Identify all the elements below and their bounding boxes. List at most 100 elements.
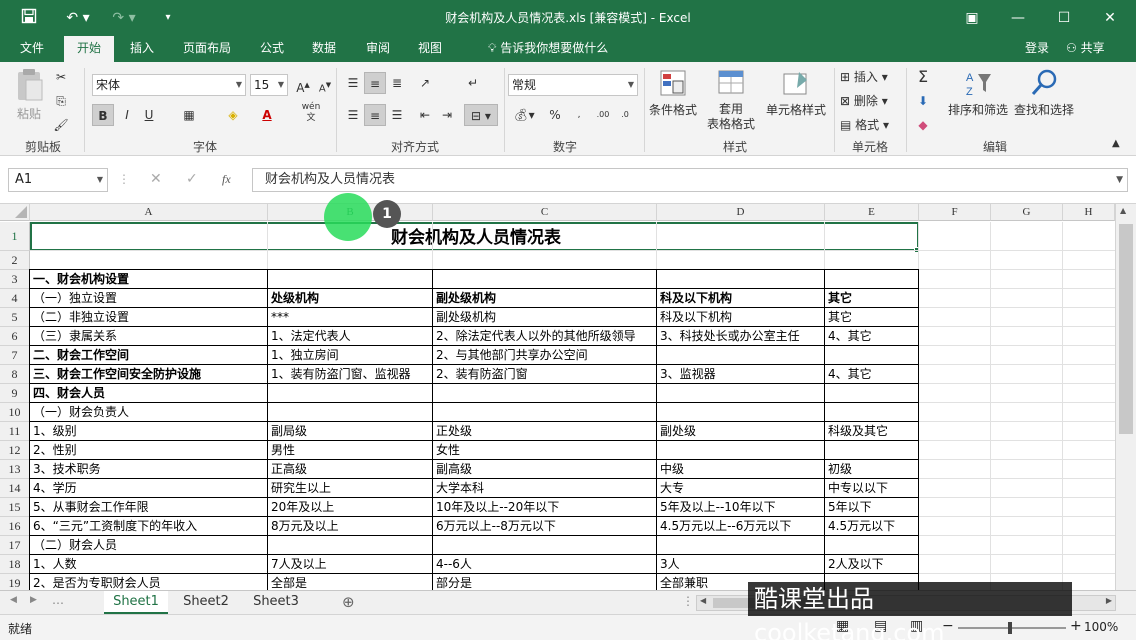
tab-data[interactable]: 数据	[302, 36, 346, 62]
table-cell[interactable]: 5、从事财会工作年限	[30, 498, 268, 517]
table-cell[interactable]: 副处级机构	[433, 289, 657, 308]
row-header[interactable]: 18	[0, 555, 30, 574]
fill-icon[interactable]: ⬇	[912, 90, 934, 112]
bold-button[interactable]: B	[92, 104, 114, 126]
align-right-icon[interactable]: ☰	[386, 104, 408, 126]
row-header[interactable]: 7	[0, 346, 30, 365]
table-cell[interactable]: 1、人数	[30, 555, 268, 574]
table-cell[interactable]: 2、与其他部门共享办公空间	[433, 346, 657, 365]
table-cell[interactable]: 5年以下	[825, 498, 919, 517]
underline-button[interactable]: U	[138, 104, 160, 126]
row-header[interactable]: 9	[0, 384, 30, 403]
paste-button[interactable]: 粘贴	[12, 68, 46, 128]
table-cell[interactable]: 1、装有防盗门窗、监视器	[268, 365, 433, 384]
phonetic-guide-icon[interactable]: wén 文	[298, 102, 324, 124]
borders-icon[interactable]: ▦	[178, 104, 200, 126]
table-cell[interactable]: 1、独立房间	[268, 346, 433, 365]
percent-style-button[interactable]: %	[544, 104, 566, 126]
increase-indent-icon[interactable]: ⇥	[436, 104, 458, 126]
table-cell[interactable]: 6万元以上--8万元以下	[433, 517, 657, 536]
delete-cells-button[interactable]: ⊠ 删除 ▾	[840, 92, 888, 109]
clear-icon[interactable]: ◆	[912, 114, 934, 136]
minimize-icon[interactable]: —	[1006, 6, 1030, 30]
table-cell[interactable]: 3人	[657, 555, 825, 574]
row-header[interactable]: 12	[0, 441, 30, 460]
table-cell[interactable]: 正高级	[268, 460, 433, 479]
format-as-table-button[interactable]: 套用 表格格式	[700, 68, 762, 132]
table-cell[interactable]: 4、其它	[825, 365, 919, 384]
column-header-f[interactable]: F	[919, 204, 991, 221]
table-cell[interactable]	[825, 403, 919, 422]
column-header-a[interactable]: A	[30, 204, 268, 221]
italic-button[interactable]: I	[116, 104, 138, 126]
more-sheets-icon[interactable]: …	[52, 593, 64, 607]
table-cell[interactable]: 3、科技处长或办公室主任	[657, 327, 825, 346]
row-header[interactable]: 8	[0, 365, 30, 384]
insert-function-icon[interactable]: fx	[222, 172, 231, 187]
table-cell[interactable]: 科及以下机构	[657, 289, 825, 308]
column-header-g[interactable]: G	[991, 204, 1063, 221]
cancel-entry-icon[interactable]: ✕	[150, 171, 162, 187]
row-header[interactable]: 6	[0, 327, 30, 346]
table-cell[interactable]: 男性	[268, 441, 433, 460]
table-cell[interactable]: 初级	[825, 460, 919, 479]
table-cell[interactable]	[268, 384, 433, 403]
table-cell[interactable]: 处级机构	[268, 289, 433, 308]
zoom-in-icon[interactable]: +	[1070, 618, 1082, 634]
scrollbar-thumb[interactable]	[1119, 224, 1133, 434]
align-bottom-icon[interactable]: ≣	[386, 72, 408, 94]
row-header[interactable]: 3	[0, 270, 30, 289]
table-cell[interactable]: 2、除法定代表人以外的其他所级领导	[433, 327, 657, 346]
table-cell[interactable]	[433, 403, 657, 422]
table-cell[interactable]	[268, 270, 433, 289]
next-sheet-icon[interactable]: ▶	[30, 595, 37, 605]
row-header[interactable]: 1	[0, 222, 30, 251]
table-cell[interactable]: 2人及以下	[825, 555, 919, 574]
table-cell[interactable]: （二）财会人员	[30, 536, 268, 555]
table-cell[interactable]: 一、财会机构设置	[30, 270, 268, 289]
table-cell[interactable]: 1、法定代表人	[268, 327, 433, 346]
table-cell[interactable]	[657, 441, 825, 460]
decrease-indent-icon[interactable]: ⇤	[414, 104, 436, 126]
number-format-combo[interactable]: 常规 ▼	[508, 74, 638, 96]
tab-file[interactable]: 文件	[10, 36, 54, 62]
login-link[interactable]: 登录	[1025, 36, 1049, 60]
row-header[interactable]: 13	[0, 460, 30, 479]
table-cell[interactable]: 中级	[657, 460, 825, 479]
table-cell[interactable]: 三、财会工作空间安全防护设施	[30, 365, 268, 384]
row-header[interactable]: 19	[0, 574, 30, 590]
table-cell[interactable]	[825, 536, 919, 555]
tab-view[interactable]: 视图	[408, 36, 452, 62]
insert-cells-button[interactable]: ⊞ 插入 ▾	[840, 68, 888, 85]
table-cell[interactable]: 3、技术职务	[30, 460, 268, 479]
cut-icon[interactable]: ✂	[50, 66, 72, 88]
name-box[interactable]: A1 ▼	[8, 168, 108, 192]
collapse-ribbon-icon[interactable]: ▲	[1112, 138, 1120, 149]
table-cell[interactable]: 2、性别	[30, 441, 268, 460]
select-all-corner[interactable]	[0, 204, 30, 221]
table-cell[interactable]	[657, 346, 825, 365]
table-cell[interactable]: 女性	[433, 441, 657, 460]
scroll-left-icon[interactable]: ◀	[700, 596, 706, 605]
increase-decimal-icon[interactable]: .00	[592, 104, 614, 126]
table-cell[interactable]: 4、其它	[825, 327, 919, 346]
wrap-text-icon[interactable]: ↵	[462, 72, 484, 94]
font-size-combo[interactable]: 15 ▼	[250, 74, 288, 96]
table-cell[interactable]: 副高级	[433, 460, 657, 479]
table-cell[interactable]: 7人及以上	[268, 555, 433, 574]
table-cell[interactable]	[433, 536, 657, 555]
share-button[interactable]: ⚇ 共享	[1066, 36, 1105, 60]
table-cell[interactable]: 副处级	[657, 422, 825, 441]
table-cell[interactable]	[825, 441, 919, 460]
tab-insert[interactable]: 插入	[120, 36, 164, 62]
table-cell[interactable]: （一）独立设置	[30, 289, 268, 308]
column-header-e[interactable]: E	[825, 204, 919, 221]
table-cell[interactable]	[657, 270, 825, 289]
table-cell[interactable]: ***	[268, 308, 433, 327]
table-cell[interactable]: 研究生以上	[268, 479, 433, 498]
align-center-icon[interactable]: ≡	[364, 104, 386, 126]
table-cell[interactable]: 20年及以上	[268, 498, 433, 517]
table-cell[interactable]	[657, 403, 825, 422]
table-cell[interactable]: 3、监视器	[657, 365, 825, 384]
tab-review[interactable]: 审阅	[356, 36, 400, 62]
